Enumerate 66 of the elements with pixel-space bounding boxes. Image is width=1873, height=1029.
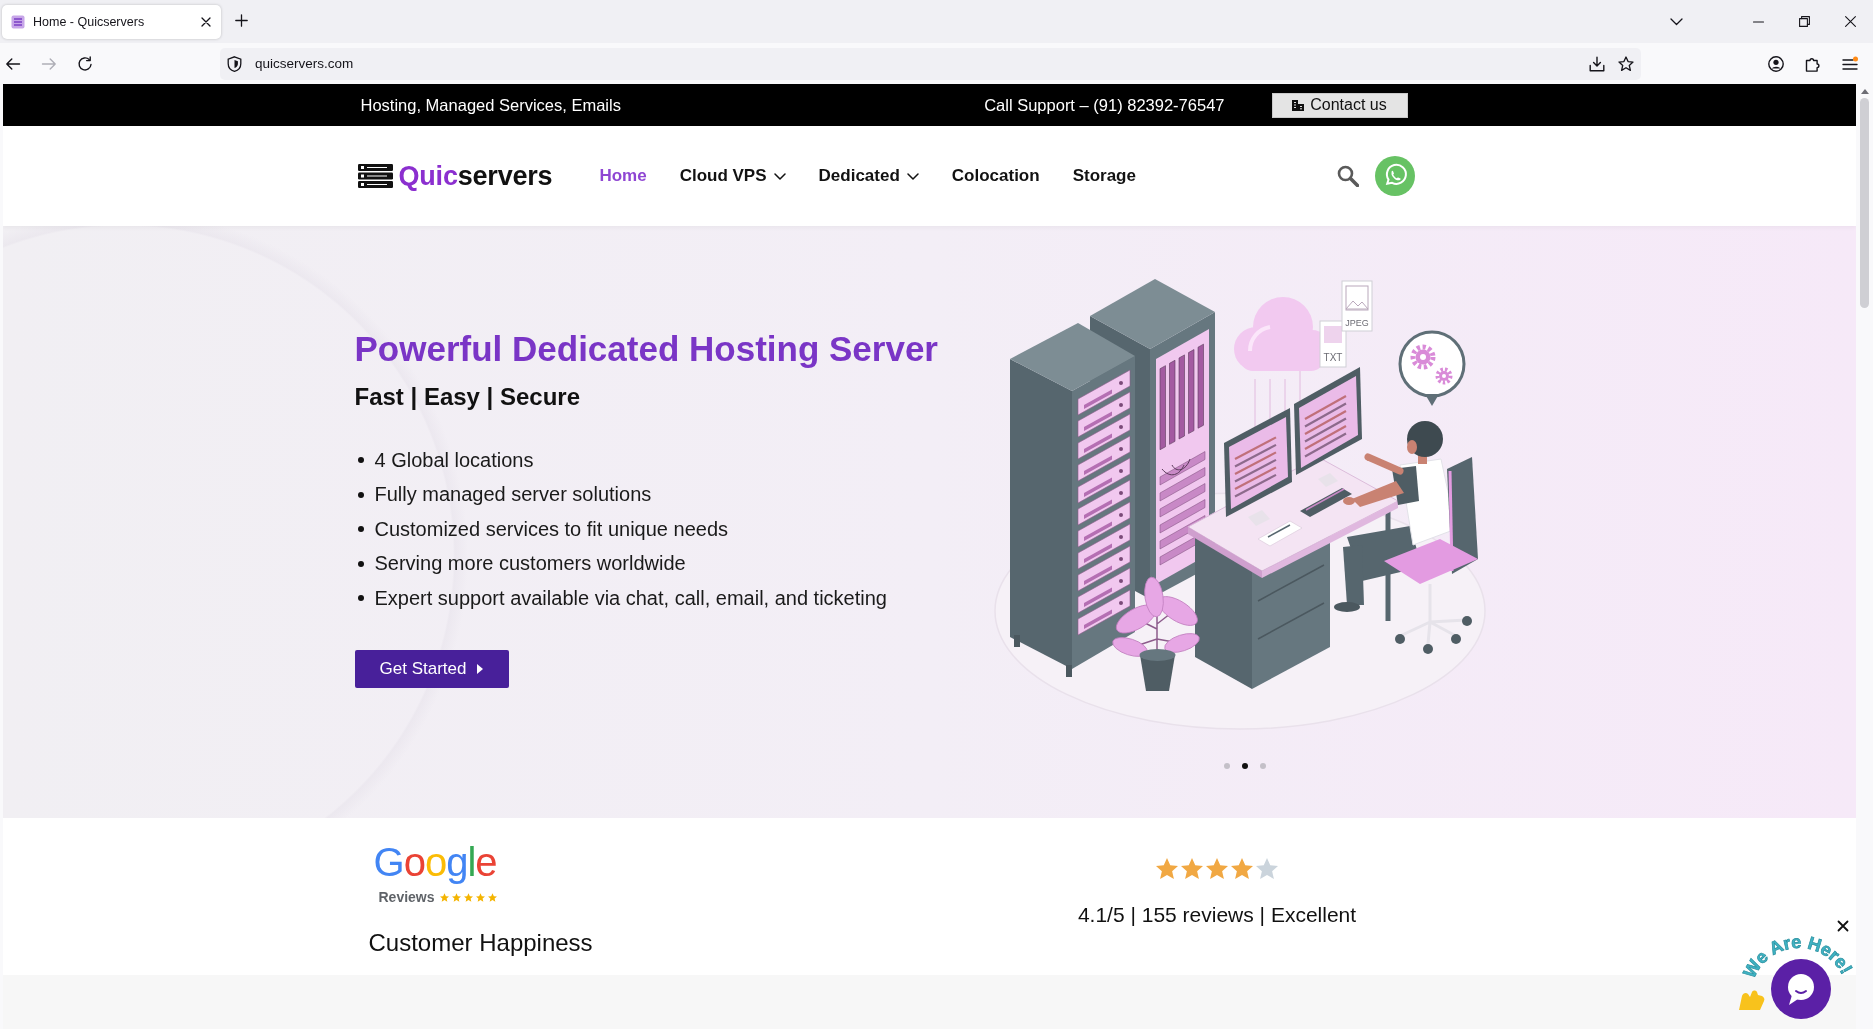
nav-link[interactable]: Dedicated <box>818 166 919 186</box>
hero-subtitle: Fast | Easy | Secure <box>354 382 581 412</box>
download-tray-icon[interactable] <box>1589 55 1605 72</box>
star-icon <box>439 892 449 902</box>
carousel-dot-icon[interactable] <box>1241 763 1248 769</box>
bullet-icon <box>357 491 364 498</box>
caret-right-icon <box>477 663 484 674</box>
plus-icon[interactable] <box>235 13 248 27</box>
logo-wordmark[interactable]: Quicservers <box>398 160 553 192</box>
star-icon <box>487 892 497 902</box>
shield-icon <box>227 55 242 72</box>
hero-bullet-text: Fully managed server solutions <box>374 483 652 507</box>
hero-title: Powerful Dedicated Hosting Server <box>354 328 938 370</box>
star-icon <box>451 892 461 902</box>
minimize-icon[interactable] <box>1752 20 1764 23</box>
bullet-icon <box>357 457 364 464</box>
file-type-label: JPEG <box>1344 318 1369 328</box>
restore-icon[interactable] <box>1798 16 1810 27</box>
reviews-brand-wordmark: Google <box>373 842 497 882</box>
nav-link[interactable]: Colocation <box>951 166 1040 186</box>
nav-link[interactable]: Cloud VPS <box>679 166 786 186</box>
rating-summary: 4.1/5 | 155 reviews | Excellent <box>1077 902 1357 928</box>
tagline-text: Hosting, Managed Services, Emails <box>360 95 621 115</box>
hero-bullet-text: Serving more customers worldwide <box>374 552 686 576</box>
bullet-icon <box>357 560 364 567</box>
address-bar[interactable]: quicservers.com <box>220 47 1641 80</box>
star-icon <box>1256 858 1278 879</box>
hand-icon <box>1739 990 1765 1010</box>
star-icon <box>463 892 473 902</box>
close-icon[interactable] <box>201 16 211 27</box>
file-type-label: TXT <box>1323 352 1342 363</box>
hero-bullet-text: Customized services to fit unique needs <box>374 517 728 541</box>
server-rack-icon <box>11 14 25 29</box>
hero-bullet-text: Expert support available via chat, call, email, and ticketing <box>374 586 887 610</box>
carousel-dot-icon[interactable] <box>1259 763 1266 769</box>
get-started-button[interactable]: Get Started <box>354 649 509 688</box>
star-icon <box>1181 858 1203 879</box>
scrollbar-thumb[interactable] <box>1860 98 1869 308</box>
star-icon <box>1206 858 1228 879</box>
contact-button[interactable]: Contact us <box>1271 92 1408 118</box>
back-arrow-icon[interactable] <box>5 55 21 72</box>
chevron-down-icon[interactable] <box>1669 17 1683 26</box>
carousel-dot-icon[interactable] <box>1223 763 1230 769</box>
close-icon[interactable] <box>1844 16 1856 27</box>
scroll-up-arrow-icon[interactable] <box>1860 89 1869 94</box>
bullet-icon <box>357 526 364 533</box>
nav-link[interactable]: Home <box>599 166 647 186</box>
section-heading: Customer Happiness <box>368 928 593 958</box>
support-phone-text: Call Support – (91) 82392-76547 <box>984 95 1225 115</box>
hero-bullet-text: 4 Global locations <box>374 448 534 472</box>
server-stack-icon[interactable] <box>357 164 393 188</box>
star-icon <box>475 892 485 902</box>
star-icon <box>1231 858 1253 879</box>
bookmark-star-icon[interactable] <box>1618 55 1634 72</box>
nav-link[interactable]: Storage <box>1072 166 1136 186</box>
reload-icon[interactable] <box>77 55 93 72</box>
star-icon <box>1156 858 1178 879</box>
reviews-label: Reviews <box>378 889 435 905</box>
puzzle-icon[interactable] <box>1805 55 1821 72</box>
browser-tab[interactable]: Home - Quicservers <box>2 4 221 39</box>
menu-icon[interactable] <box>1842 55 1858 72</box>
building-icon <box>1292 99 1305 111</box>
search-icon[interactable] <box>1336 165 1359 187</box>
close-icon[interactable] <box>1837 920 1849 932</box>
account-icon[interactable] <box>1768 55 1784 72</box>
bullet-icon <box>357 595 364 602</box>
